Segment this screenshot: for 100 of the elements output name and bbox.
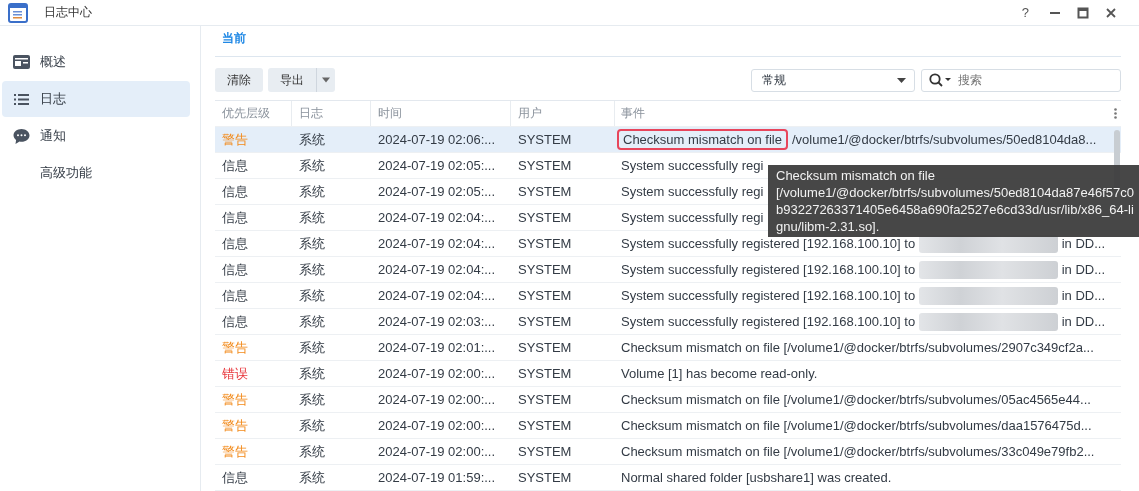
table-cell: SYSTEM <box>518 418 572 433</box>
table-cell: 系统 <box>299 131 325 147</box>
export-button[interactable]: 导出 <box>268 68 335 92</box>
table-cell: in DD... <box>1061 288 1105 303</box>
sidebar-item[interactable]: 日志 <box>2 81 190 117</box>
more-icon[interactable] <box>1114 108 1117 119</box>
table-cell: SYSTEM <box>518 184 572 199</box>
table-row[interactable]: 警告 系统 2024-07-19 02:06:... SYSTEM Checksum mismatch on file /volume1/@docker/btrfs/subvolumes/50ed8104da8... <box>215 127 1121 153</box>
table-cell: 2024-07-19 02:06:... <box>378 132 496 147</box>
priority-label: 信息 <box>222 183 248 199</box>
priority-label: 警告 <box>222 391 248 407</box>
table-cell: Volume [1] has become read-only. <box>621 366 818 381</box>
table-cell: SYSTEM <box>518 314 572 329</box>
table-cell: 系统 <box>299 339 325 355</box>
table-cell: SYSTEM <box>518 444 572 459</box>
table-cell: Checksum mismatch on file [/volume1/@docker/btrfs/subvolumes/2907c349cf2a... <box>621 340 1094 355</box>
tooltip: Checksum mismatch on file [/volume1/@docker/btrfs/subvolumes/50ed8104da87e46f57c0 b93227263371405e6458a690fa2527e6cd33d/usr/lib/x86_64-li gnu/libm-2.31.so]. <box>768 165 1139 237</box>
table-row[interactable]: 警告 系统 2024-07-19 02:01:... SYSTEM Checksum mismatch on file [/volume1/@docker/btrfs/subvolumes/2907c349cf2a... <box>215 335 1121 361</box>
priority-label: 信息 <box>222 261 248 277</box>
priority-label: 信息 <box>222 157 248 173</box>
window-title: 日志中心 <box>44 4 92 21</box>
priority-label: 警告 <box>222 339 248 355</box>
table-cell: 系统 <box>299 183 325 199</box>
table-cell: 系统 <box>299 209 325 225</box>
table-cell: Checksum mismatch on file [/volume1/@docker/btrfs/subvolumes/05ac4565e44... <box>621 392 1091 407</box>
table-cell: 系统 <box>299 235 325 251</box>
table-cell: 2024-07-19 02:04:... <box>378 210 496 225</box>
table-cell: SYSTEM <box>518 340 572 355</box>
table-cell: 2024-07-19 02:00:... <box>378 392 496 407</box>
sidebar-item[interactable]: 通知 <box>2 118 190 154</box>
priority-label: 信息 <box>222 209 248 225</box>
table-cell: 系统 <box>299 287 325 303</box>
priority-label: 信息 <box>222 287 248 303</box>
table-cell: 系统 <box>299 443 325 459</box>
table-cell: System successfully regi <box>621 158 764 173</box>
table-cell: 2024-07-19 02:04:... <box>378 288 496 303</box>
table-cell: in DD... <box>1061 262 1105 277</box>
table-cell: System successfully registered [192.168.100.10] to <box>621 262 916 277</box>
table-cell: System successfully registered [192.168.100.10] to <box>621 314 916 329</box>
table-row[interactable]: 错误 系统 2024-07-19 02:00:... SYSTEM Volume [1] has become read-only. <box>215 361 1121 387</box>
search-icon[interactable] <box>929 72 953 87</box>
table-cell: /volume1/@docker/btrfs/subvolumes/50ed8104da8... <box>791 132 1097 147</box>
sidebar-item[interactable]: 概述 <box>2 44 190 80</box>
table-cell: System successfully regi <box>621 210 764 225</box>
table-cell: SYSTEM <box>518 236 572 251</box>
table-row[interactable]: 信息 系统 2024-07-19 02:03:... SYSTEM System successfully registered [192.168.100.10] to in DD... <box>215 309 1121 335</box>
table-cell: in DD... <box>1061 236 1105 251</box>
caret-icon <box>897 77 906 83</box>
table-cell: SYSTEM <box>518 366 572 381</box>
list-icon <box>13 92 30 106</box>
table-row[interactable]: 信息 系统 2024-07-19 01:59:... SYSTEM Normal shared folder [usbshare1] was created. <box>215 465 1121 491</box>
priority-label: 警告 <box>222 131 248 147</box>
table-cell: System successfully registered [192.168.100.10] to <box>621 288 916 303</box>
table-cell: 系统 <box>299 391 325 407</box>
maximize-icon[interactable] <box>1077 6 1089 19</box>
table-cell: 系统 <box>299 157 325 173</box>
table-cell: 2024-07-19 02:04:... <box>378 262 496 277</box>
filter-dropdown[interactable]: 常规 <box>751 68 915 92</box>
priority-label: 信息 <box>222 313 248 329</box>
tab[interactable]: 当前 <box>215 30 253 56</box>
close-icon[interactable] <box>1105 6 1117 19</box>
table-row[interactable]: 信息 系统 2024-07-19 02:04:... SYSTEM System successfully registered [192.168.100.10] to in DD... <box>215 283 1121 309</box>
table-row[interactable]: 警告 系统 2024-07-19 02:00:... SYSTEM Checksum mismatch on file [/volume1/@docker/btrfs/subvolumes/05ac4565e44... <box>215 387 1121 413</box>
table-cell: 2024-07-19 02:00:... <box>378 418 496 433</box>
table-cell: 2024-07-19 02:01:... <box>378 340 496 355</box>
priority-label: 警告 <box>222 443 248 459</box>
table-cell: SYSTEM <box>518 288 572 303</box>
table-cell: 系统 <box>299 365 325 381</box>
table-cell: 2024-07-19 02:00:... <box>378 366 496 381</box>
table-cell: in DD... <box>1061 314 1105 329</box>
table-cell: 2024-07-19 01:59:... <box>378 470 496 485</box>
chat-icon <box>13 128 30 144</box>
highlight-annotation: Checksum mismatch on file <box>617 129 788 150</box>
table-cell: 系统 <box>299 261 325 277</box>
table-cell: 系统 <box>299 469 325 485</box>
priority-label: 错误 <box>222 365 248 381</box>
table-cell: SYSTEM <box>518 262 572 277</box>
table-cell: 系统 <box>299 417 325 433</box>
table-cell: Checksum mismatch on file [/volume1/@docker/btrfs/subvolumes/daa1576475d... <box>621 418 1092 433</box>
sidebar-item[interactable]: 高级功能 <box>2 155 190 191</box>
table-row[interactable]: 警告 系统 2024-07-19 02:00:... SYSTEM Checksum mismatch on file [/volume1/@docker/btrfs/subvolumes/33c049e79fb2... <box>215 439 1121 465</box>
table-row[interactable]: 警告 系统 2024-07-19 02:00:... SYSTEM Checksum mismatch on file [/volume1/@docker/btrfs/subvolumes/daa1576475d... <box>215 413 1121 439</box>
table-cell: 2024-07-19 02:05:... <box>378 184 496 199</box>
table-cell: System successfully regi <box>621 184 764 199</box>
table-row[interactable]: 信息 系统 2024-07-19 02:04:... SYSTEM System successfully registered [192.168.100.10] to in DD... <box>215 257 1121 283</box>
priority-label: 信息 <box>222 469 248 485</box>
table-cell: SYSTEM <box>518 470 572 485</box>
table-cell: SYSTEM <box>518 132 572 147</box>
table-cell: SYSTEM <box>518 158 572 173</box>
table-cell: System successfully registered [192.168.100.10] to <box>621 236 916 251</box>
search-field[interactable]: 搜索 <box>921 68 1121 92</box>
priority-label: 信息 <box>222 235 248 251</box>
table-cell: SYSTEM <box>518 392 572 407</box>
table-cell: SYSTEM <box>518 210 572 225</box>
table-cell: Checksum mismatch on file [/volume1/@docker/btrfs/subvolumes/33c049e79fb2... <box>621 444 1095 459</box>
table-cell: 2024-07-19 02:04:... <box>378 236 496 251</box>
priority-label: 警告 <box>222 417 248 433</box>
table-cell: 系统 <box>299 313 325 329</box>
help-button[interactable]: ? <box>1017 5 1033 20</box>
clear-button[interactable]: 清除 <box>215 68 263 92</box>
